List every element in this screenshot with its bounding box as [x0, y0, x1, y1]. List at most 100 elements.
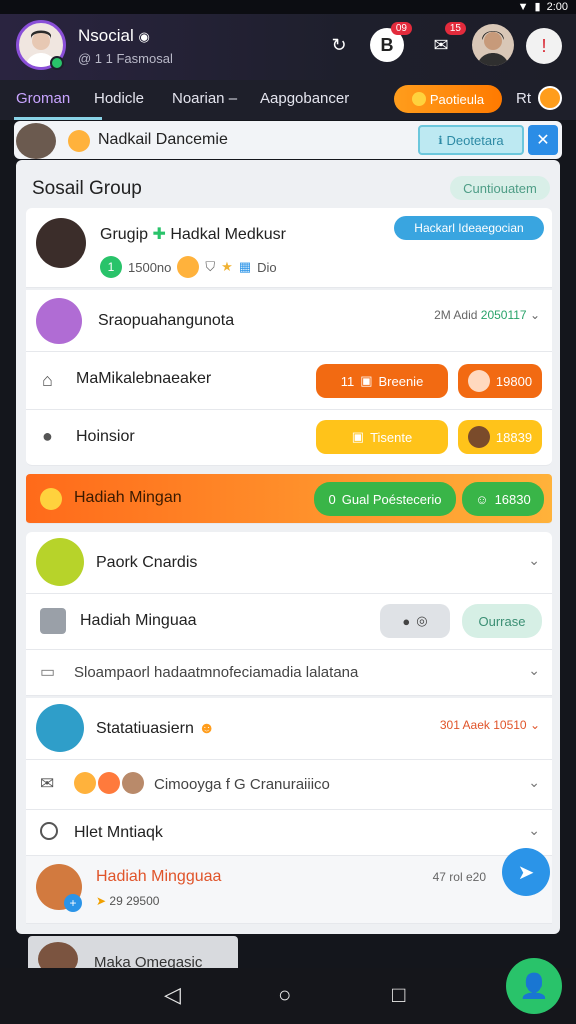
messages-button[interactable]: ✉ 15 [424, 22, 466, 62]
item-meta: 2M Adid 2050117 ⌄ [434, 308, 540, 322]
gift-icon: ▣ [360, 373, 373, 388]
chart-icon: ▦ [238, 259, 252, 274]
item-label: Hadiah Mingguaa [96, 868, 222, 885]
item-primary-button[interactable]: 11 ▣ Breenie [316, 364, 448, 398]
item-meta: 301 Aaek 10510 ⌄ [439, 718, 540, 732]
card-title: Sosail Group [32, 178, 142, 199]
social-group-card: Sosail Group Cuntiouatem Grugip ✚ Hadkal… [16, 160, 560, 934]
list-item[interactable]: Hlet Mntiaqk ⌄ [26, 810, 552, 856]
person-icon: ● [42, 426, 53, 446]
status-bar: ▼ ▮ 2:00 [0, 0, 576, 14]
list-item[interactable]: Statatiuasiern ☻ 301 Aaek 10510 ⌄ [26, 698, 552, 760]
item-label: Sraopuahangunota [98, 312, 235, 329]
emoji-icon: ☺ [475, 491, 489, 507]
highlight-label: Hadiah Mingan [74, 489, 182, 506]
active-tab-indicator [14, 117, 102, 120]
friend-avatar[interactable] [472, 24, 514, 66]
highlight-primary-button[interactable]: 0 Gual Poéstecerio [314, 482, 456, 516]
coin-icon [40, 488, 62, 510]
refresh-button[interactable]: ↻ [322, 28, 356, 62]
online-indicator-icon [50, 56, 64, 70]
notifications-badge: 09 [390, 22, 412, 35]
close-notification-button[interactable]: ✕ [528, 125, 558, 155]
nav-tabs: Groman Hodicle Noarian – Aapgobancer Pao… [0, 80, 576, 120]
navigate-icon: ➤ [517, 861, 535, 884]
mail-icon: ✉ [40, 774, 55, 793]
tab-aapgobancer[interactable]: Aapgobancer [260, 90, 349, 107]
promo-button[interactable]: Paotieula [394, 85, 502, 113]
compose-button[interactable]: ➤ [502, 848, 550, 896]
item-sub: ➤ 29 29500 [96, 894, 160, 908]
notifications-button[interactable]: B 09 [370, 22, 412, 62]
user-menu-button[interactable]: ! [526, 28, 562, 64]
gift-icon: ▣ [351, 429, 365, 444]
list-item[interactable]: ✉ Cimooyga f G Cranuraiiico ⌄ [26, 760, 552, 810]
group-avatar [36, 218, 86, 268]
notification-banner[interactable]: Nadkail Dancemie ℹ Deotetara ✕ [14, 121, 562, 159]
item-secondary-button[interactable]: Ourrase [462, 604, 542, 638]
card-tag[interactable]: Cuntiouatem [450, 176, 550, 200]
home-button[interactable]: ○ [278, 982, 291, 1008]
person-icon: ● [402, 613, 411, 629]
battery-icon: ▮ [534, 1, 541, 13]
notification-text: Nadkail Dancemie [98, 131, 228, 148]
list-item[interactable]: Hadiah Minguaa ● ◎ Ourrase [26, 594, 552, 650]
heart-eyes-icon [74, 772, 96, 794]
refresh-icon: ↻ [331, 34, 347, 55]
item-secondary-button[interactable]: 19800 [458, 364, 542, 398]
item-label: Hlet Mntiaqk [74, 824, 163, 841]
chevron-down-icon: ⌄ [528, 552, 540, 568]
tab-noarian[interactable]: Noarian – [172, 90, 237, 107]
close-icon: ✕ [536, 132, 550, 149]
item-meta: 47 rol e20 [432, 870, 486, 884]
user-alert-icon: ! [541, 35, 547, 56]
reaction-icons [74, 772, 144, 794]
group-action-button[interactable]: Hackarl Ideaegocian [394, 216, 544, 240]
list-item[interactable]: ⌂ MaMikalebnaeaker 11 ▣ Breenie 19800 [26, 352, 552, 410]
add-icon: + [64, 894, 82, 912]
item-icon-button[interactable]: ● ◎ [380, 604, 450, 638]
laugh-icon [98, 772, 120, 794]
group-badge-icon: ✚ [152, 226, 166, 243]
shield-icon: ⛉ [205, 259, 216, 274]
app-header: Nsocial ◉ @ 1 1 Fasmosal ↻ B 09 ✉ 15 ! [0, 14, 576, 80]
app-subtitle: @ 1 1 Fasmosal [78, 51, 173, 66]
list-item[interactable]: Paork Cnardis ⌄ [26, 532, 552, 594]
group-row[interactable]: Grugip ✚ Hadkal Medkusr Hackarl Ideaegoc… [26, 208, 552, 288]
list-item[interactable]: Sraopuahangunota 2M Adid 2050117 ⌄ [26, 290, 552, 352]
info-icon: ℹ [438, 134, 443, 147]
back-button[interactable]: ◁ [164, 982, 181, 1008]
notification-action-button[interactable]: ℹ Deotetara [418, 125, 524, 155]
globe-icon: ◉ [138, 29, 150, 44]
tab-hodicle[interactable]: Hodicle [94, 90, 144, 107]
list-item[interactable]: + Hadiah Mingguaa ➤ 29 29500 47 rol e20 [26, 856, 552, 924]
chat-icon: ✉ [433, 34, 449, 55]
item-label: Statatiuasiern ☻ [96, 720, 216, 737]
tab-groman[interactable]: Groman [16, 90, 70, 107]
add-friend-button[interactable]: 👤 [506, 958, 562, 1014]
store-icon: ⌂ [42, 370, 53, 390]
item-primary-button[interactable]: ▣ Tisente [316, 420, 448, 454]
avatar-icon [122, 772, 144, 794]
bell-icon: B [380, 34, 394, 55]
chevron-down-icon: ⌄ [528, 774, 540, 790]
item-avatar [36, 298, 82, 344]
list-item[interactable]: ● Hoinsior ▣ Tisente 18839 [26, 410, 552, 466]
app-title: Nsocial ◉ [78, 26, 150, 45]
notification-avatar [16, 123, 56, 159]
list-item[interactable]: ▭ Sloampaorl hadaatmnofeciamadia lalatan… [26, 650, 552, 696]
item-label: Hoinsior [76, 428, 135, 445]
highlight-secondary-button[interactable]: ☺ 16830 [462, 482, 544, 516]
recents-button[interactable]: □ [392, 982, 405, 1008]
messages-badge: 15 [444, 22, 466, 35]
item-label: MaMikalebnaeaker [76, 370, 212, 387]
members-icon: 1 [100, 256, 122, 278]
face-icon [467, 426, 490, 448]
tab-rt[interactable]: Rt [516, 90, 531, 107]
group-stats: 1 1500no ⛉ ★ ▦ Dio [100, 256, 277, 278]
item-avatar [36, 538, 84, 586]
item-secondary-button[interactable]: 18839 [458, 420, 542, 454]
item-avatar [36, 704, 84, 752]
highlight-row[interactable]: Hadiah Mingan 0 Gual Poéstecerio ☺ 16830 [26, 474, 552, 524]
coin-icon [411, 92, 426, 106]
